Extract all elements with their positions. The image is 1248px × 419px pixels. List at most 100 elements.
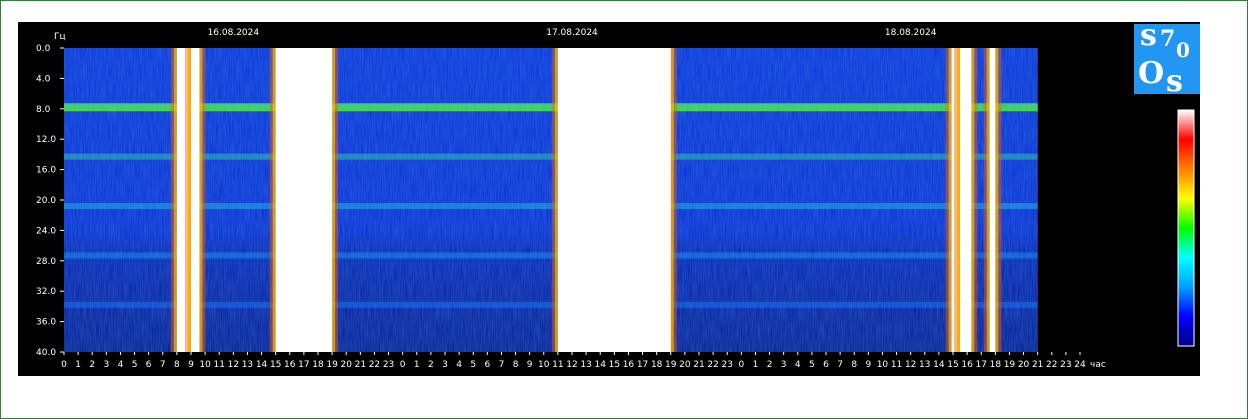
saturation-burst — [557, 48, 671, 352]
y-tick-label: 36.0 — [36, 318, 56, 328]
x-tick-label: 13 — [242, 360, 253, 370]
date-label: 18.08.2024 — [885, 28, 937, 38]
x-tick-label: 23 — [383, 360, 394, 370]
plot-area — [64, 48, 1038, 352]
x-tick-label: 11 — [213, 360, 224, 370]
x-tick-label: 9 — [527, 360, 533, 370]
y-axis-unit-label: Гц — [54, 32, 66, 42]
x-tick-label: 22 — [369, 360, 380, 370]
x-tick-label: 0 — [738, 360, 744, 370]
x-tick-label: 14 — [256, 360, 268, 370]
x-tick-label: 6 — [484, 360, 490, 370]
x-axis-ticks: 0 1 2 3 4 5 6 7 8 9 10 11 12 13 14 15 16 17 18 19 20 21 22 23 0 1… — [61, 352, 1086, 370]
sos70-logo: s 7 0 O s — [1134, 18, 1200, 99]
x-tick-label: 16 — [623, 360, 635, 370]
y-tick-label: 12.0 — [36, 135, 56, 145]
logo-digit-7: 7 — [1160, 26, 1176, 52]
x-tick-label: 14 — [594, 360, 606, 370]
x-tick-label: 22 — [707, 360, 718, 370]
y-tick-label: 28.0 — [36, 257, 56, 267]
y-tick-label: 20.0 — [36, 196, 56, 206]
x-tick-label: 4 — [456, 360, 462, 370]
date-label: 16.08.2024 — [208, 28, 260, 38]
x-tick-label: 21 — [693, 360, 704, 370]
x-tick-label: 21 — [355, 360, 366, 370]
logo-letter-s2: s — [1166, 64, 1183, 99]
x-tick-label: 17 — [637, 360, 648, 370]
x-tick-label: 16 — [961, 360, 973, 370]
x-tick-label: 21 — [1032, 360, 1043, 370]
resonance-band — [64, 203, 1038, 210]
x-tick-label: 10 — [538, 360, 550, 370]
x-tick-label: 8 — [174, 360, 180, 370]
resonance-band — [64, 103, 1038, 112]
x-tick-label: 20 — [679, 360, 691, 370]
logo-letter-o: O — [1138, 56, 1165, 91]
x-axis-unit-label: час — [1090, 360, 1106, 370]
x-tick-label: 23 — [1060, 360, 1071, 370]
x-tick-label: 2 — [89, 360, 95, 370]
x-tick-label: 7 — [499, 360, 505, 370]
x-tick-label: 20 — [1018, 360, 1030, 370]
y-tick-label: 16.0 — [36, 166, 56, 176]
date-labels: 16.08.2024 17.08.2024 18.08.2024 — [208, 28, 937, 38]
x-tick-label: 11 — [891, 360, 902, 370]
x-tick-label: 10 — [199, 360, 211, 370]
x-tick-label: 12 — [905, 360, 916, 370]
x-tick-label: 5 — [470, 360, 476, 370]
saturation-burst — [989, 48, 996, 352]
resonance-band — [64, 252, 1038, 259]
x-tick-label: 3 — [103, 360, 109, 370]
x-tick-label: 1 — [414, 360, 420, 370]
x-tick-label: 2 — [428, 360, 434, 370]
x-tick-label: 12 — [228, 360, 239, 370]
y-tick-label: 4.0 — [36, 74, 51, 84]
y-tick-label: 24.0 — [36, 226, 56, 236]
x-tick-label: 6 — [146, 360, 152, 370]
x-tick-label: 3 — [442, 360, 448, 370]
x-tick-label: 13 — [919, 360, 930, 370]
x-tick-label: 19 — [1004, 360, 1016, 370]
x-tick-label: 9 — [188, 360, 194, 370]
x-tick-label: 8 — [513, 360, 519, 370]
x-tick-label: 8 — [851, 360, 857, 370]
x-tick-label: 12 — [566, 360, 577, 370]
x-tick-label: 6 — [823, 360, 829, 370]
x-tick-label: 5 — [132, 360, 138, 370]
x-tick-label: 18 — [990, 360, 1002, 370]
x-tick-label: 0 — [400, 360, 406, 370]
x-tick-label: 4 — [118, 360, 124, 370]
x-tick-label: 13 — [580, 360, 591, 370]
logo-digit-0: 0 — [1176, 38, 1190, 62]
x-tick-label: 17 — [975, 360, 986, 370]
x-tick-label: 20 — [340, 360, 352, 370]
x-tick-label: 19 — [665, 360, 677, 370]
date-label: 17.08.2024 — [546, 28, 598, 38]
x-tick-label: 18 — [651, 360, 663, 370]
color-scale-bar — [1177, 109, 1195, 347]
x-tick-label: 3 — [781, 360, 787, 370]
x-tick-label: 15 — [270, 360, 281, 370]
x-tick-label: 10 — [877, 360, 889, 370]
y-tick-label: 40.0 — [36, 348, 56, 358]
x-tick-label: 0 — [61, 360, 67, 370]
x-tick-label: 1 — [75, 360, 81, 370]
x-tick-label: 15 — [609, 360, 620, 370]
x-tick-label: 23 — [721, 360, 732, 370]
x-tick-label: 4 — [795, 360, 801, 370]
saturation-burst — [960, 48, 972, 352]
x-tick-label: 7 — [160, 360, 166, 370]
x-tick-label: 18 — [312, 360, 324, 370]
x-tick-label: 19 — [326, 360, 338, 370]
x-tick-label: 14 — [933, 360, 945, 370]
spectrogram-panel: Гц 0.0 4.0 8.0 12.0 16.0 20.0 24.0 28.0 32.0 36.0… — [18, 18, 1200, 376]
saturation-burst — [191, 48, 200, 352]
x-tick-label: 22 — [1046, 360, 1057, 370]
y-tick-label: 8.0 — [36, 105, 51, 115]
x-tick-label: 15 — [947, 360, 958, 370]
logo-letter-s: s — [1140, 18, 1157, 53]
x-tick-label: 1 — [753, 360, 759, 370]
y-tick-label: 32.0 — [36, 287, 56, 297]
x-tick-label: 7 — [837, 360, 843, 370]
schumann-spectrogram: Гц 0.0 4.0 8.0 12.0 16.0 20.0 24.0 28.0 32.0 36.0… — [36, 28, 1195, 370]
